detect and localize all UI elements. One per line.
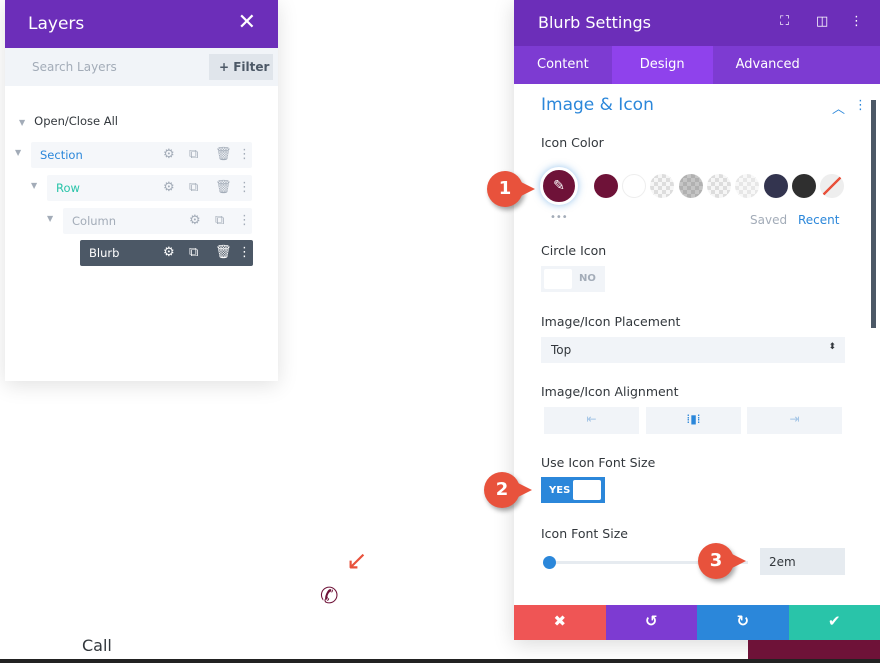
- sidebar-icon[interactable]: ◫: [816, 14, 828, 29]
- undo-button[interactable]: ↺: [605, 605, 697, 640]
- blurb-settings-panel: Blurb Settings ⛶ ◫ ⋮ Content Design Advance…: [514, 0, 880, 640]
- placement-select[interactable]: Top ⬍: [541, 337, 845, 363]
- swatch[interactable]: [792, 174, 816, 198]
- duplicate-icon[interactable]: ⧉: [189, 147, 198, 162]
- duplicate-icon[interactable]: ⧉: [189, 245, 198, 260]
- placement-label: Image/Icon Placement: [541, 314, 681, 329]
- section-title[interactable]: Image & Icon: [541, 95, 654, 115]
- swatch[interactable]: [764, 174, 788, 198]
- scrollbar[interactable]: [871, 100, 876, 328]
- swatch[interactable]: [650, 174, 674, 198]
- cancel-button[interactable]: ✖: [514, 605, 606, 640]
- more-icon[interactable]: ⋮: [854, 98, 867, 113]
- redo-button[interactable]: ↻: [697, 605, 789, 640]
- tab-advanced[interactable]: Advanced: [713, 46, 823, 84]
- use-icon-font-size-toggle[interactable]: YES: [541, 477, 605, 503]
- search-layers[interactable]: Search Layers + Filter: [5, 48, 278, 86]
- layer-column[interactable]: Column ⚙ ⧉ ⋮: [63, 208, 252, 234]
- trash-icon[interactable]: 🗑: [215, 245, 232, 260]
- caret-icon[interactable]: ▼: [47, 214, 53, 223]
- slider-handle[interactable]: [543, 556, 556, 569]
- alignment-label: Image/Icon Alignment: [541, 384, 679, 399]
- align-right-button[interactable]: ⇥: [747, 407, 842, 434]
- trash-icon[interactable]: 🗑: [215, 180, 232, 195]
- more-icon[interactable]: ⋮: [238, 180, 251, 195]
- circle-icon-toggle[interactable]: NO: [541, 266, 605, 292]
- close-icon[interactable]: ✕: [238, 10, 256, 35]
- no-color-swatch[interactable]: [820, 174, 844, 198]
- icon-font-size-label: Icon Font Size: [541, 526, 628, 541]
- align-left-button[interactable]: ⇤: [544, 407, 639, 434]
- more-icon[interactable]: ⋮: [850, 14, 863, 29]
- tab-design[interactable]: Design: [611, 46, 713, 84]
- more-icon[interactable]: ⋮: [238, 245, 251, 260]
- search-input[interactable]: Search Layers: [32, 60, 117, 74]
- annotation-badge: 1: [487, 171, 535, 207]
- swatch[interactable]: [735, 174, 759, 198]
- swatch[interactable]: [594, 174, 618, 198]
- more-colors[interactable]: •••: [550, 212, 568, 223]
- layer-section[interactable]: Section ⚙ ⧉ 🗑 ⋮: [31, 142, 252, 168]
- eyedropper-icon[interactable]: ✎: [540, 167, 578, 205]
- layers-header: Layers ✕: [5, 0, 278, 48]
- layer-blurb[interactable]: Blurb ⚙ ⧉ 🗑 ⋮: [80, 240, 253, 266]
- caret-icon[interactable]: ▼: [31, 181, 37, 190]
- chevron-up-icon[interactable]: ︿: [832, 98, 845, 117]
- gear-icon[interactable]: ⚙: [189, 213, 201, 228]
- filter-button[interactable]: + Filter: [209, 54, 273, 80]
- gear-icon[interactable]: ⚙: [163, 147, 175, 162]
- use-icon-font-size-label: Use Icon Font Size: [541, 455, 656, 470]
- swatch[interactable]: [679, 174, 703, 198]
- phone-icon[interactable]: ✆: [320, 584, 338, 609]
- icon-color-label: Icon Color: [541, 135, 604, 150]
- duplicate-icon[interactable]: ⧉: [189, 180, 198, 195]
- circle-icon-label: Circle Icon: [541, 243, 607, 258]
- open-close-all[interactable]: ▼ Open/Close All: [19, 114, 118, 128]
- divider: [0, 659, 880, 663]
- tab-content[interactable]: Content: [514, 46, 612, 84]
- more-icon[interactable]: ⋮: [238, 213, 251, 228]
- tabs: Content Design Advanced: [514, 46, 880, 84]
- settings-header: Blurb Settings ⛶ ◫ ⋮: [514, 0, 880, 46]
- more-icon[interactable]: ⋮: [238, 147, 251, 162]
- caret-icon[interactable]: ▼: [15, 148, 21, 157]
- blurb-title: Call: [82, 636, 112, 655]
- annotation-badge: 3: [698, 543, 746, 579]
- trash-icon[interactable]: 🗑: [215, 147, 232, 162]
- section-background: [748, 640, 880, 660]
- layer-row[interactable]: Row ⚙ ⧉ 🗑 ⋮: [47, 175, 252, 201]
- recent-tab[interactable]: Recent: [798, 213, 839, 227]
- fullscreen-icon[interactable]: ⛶: [780, 14, 789, 29]
- annotation-badge: 2: [484, 472, 532, 508]
- swatch[interactable]: [622, 174, 646, 198]
- align-center-button[interactable]: ⁞▮⁞: [646, 407, 741, 434]
- gear-icon[interactable]: ⚙: [163, 180, 175, 195]
- swatch[interactable]: [707, 174, 731, 198]
- saved-tab[interactable]: Saved: [750, 213, 787, 227]
- gear-icon[interactable]: ⚙: [163, 245, 175, 260]
- duplicate-icon[interactable]: ⧉: [215, 213, 224, 228]
- layers-title: Layers: [28, 14, 85, 34]
- save-button[interactable]: ✔: [788, 605, 880, 640]
- layers-panel: Layers ✕ Search Layers + Filter ▼ Open/Clos…: [5, 0, 278, 381]
- icon-font-size-input[interactable]: 2em: [760, 548, 845, 575]
- arrow-icon: ↙: [346, 546, 368, 576]
